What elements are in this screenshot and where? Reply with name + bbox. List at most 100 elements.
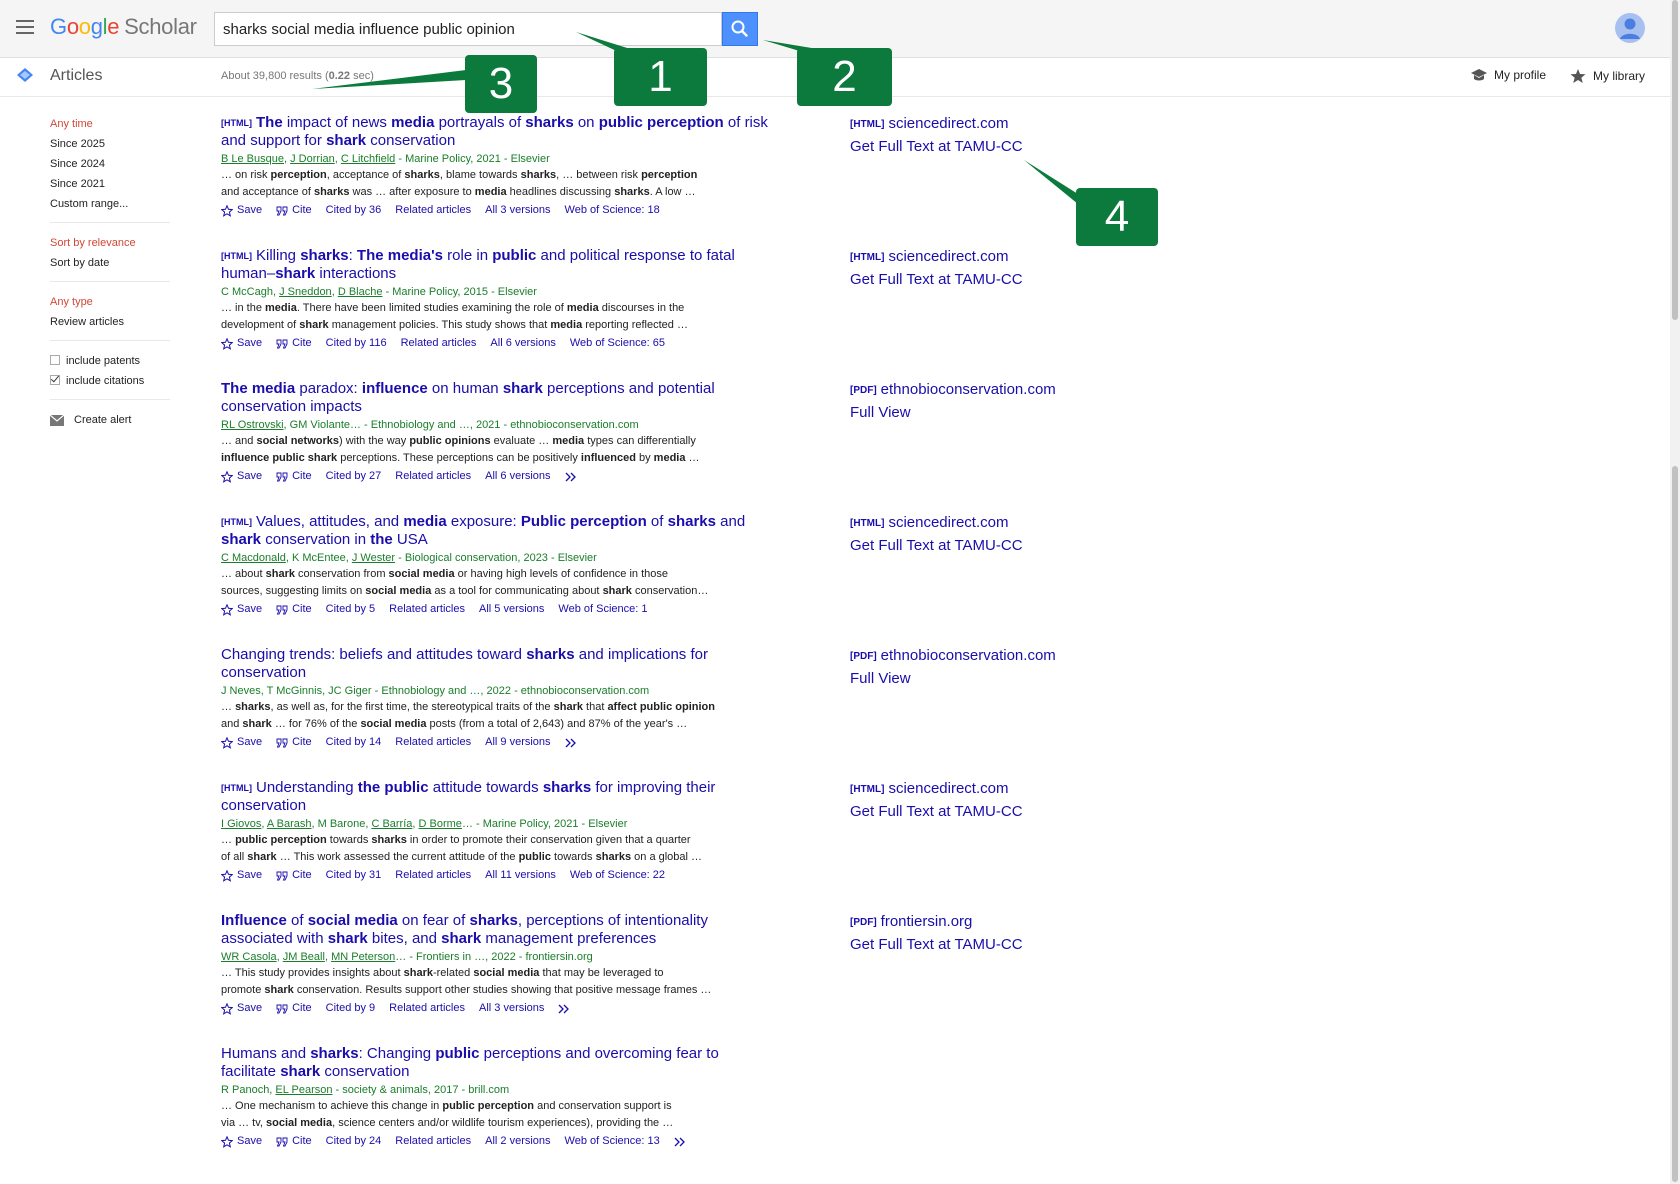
related-articles-link[interactable]: Related articles xyxy=(395,1133,471,1150)
scrollbar-thumb[interactable] xyxy=(1672,0,1678,320)
all-versions-link[interactable]: All 3 versions xyxy=(479,1000,544,1017)
cite-button[interactable]: Cite xyxy=(276,1000,312,1017)
web-of-science-link[interactable]: Web of Science: 22 xyxy=(570,867,665,884)
web-of-science-link[interactable]: Web of Science: 65 xyxy=(570,335,665,352)
google-scholar-logo[interactable]: Google Scholar xyxy=(50,14,197,40)
fulltext-source-link[interactable]: [PDF] ethnobioconservation.com xyxy=(850,379,1110,402)
result-title-link[interactable]: [HTML] Understanding the public attitude … xyxy=(221,779,771,815)
fulltext-source-link[interactable]: [HTML] sciencedirect.com xyxy=(850,512,1110,535)
results-count: About 39,800 results (0.22 sec) xyxy=(221,70,374,82)
web-of-science-link[interactable]: Web of Science: 13 xyxy=(565,1133,660,1150)
result-title-link[interactable]: [HTML] Killing sharks: The media's role i… xyxy=(221,247,771,283)
filter-any-time[interactable]: Any time xyxy=(50,114,170,134)
get-fulltext-link[interactable]: Get Full Text at TAMU-CC xyxy=(850,136,1110,158)
cite-button[interactable]: Cite xyxy=(276,867,312,884)
cited-by-link[interactable]: Cited by 116 xyxy=(326,335,387,352)
web-of-science-link[interactable]: Web of Science: 18 xyxy=(565,202,660,219)
include-patents-checkbox[interactable]: include patents xyxy=(50,351,170,371)
fulltext-source-link[interactable]: [HTML] sciencedirect.com xyxy=(850,246,1110,269)
cite-label: Cite xyxy=(292,337,312,349)
star-icon xyxy=(221,603,233,616)
scrollbar-thumb-lower[interactable] xyxy=(1672,466,1678,1182)
cited-by-link[interactable]: Cited by 5 xyxy=(326,601,376,618)
create-alert-link[interactable]: Create alert xyxy=(50,410,170,430)
cited-by-link[interactable]: Cited by 36 xyxy=(326,202,382,219)
fulltext-source-link[interactable]: [PDF] ethnobioconservation.com xyxy=(850,645,1110,668)
result-title-link[interactable]: Changing trends: beliefs and attitudes t… xyxy=(221,646,771,682)
save-button[interactable]: Save xyxy=(221,1000,262,1017)
menu-icon[interactable] xyxy=(16,20,34,34)
more-options-button[interactable] xyxy=(565,472,579,482)
all-versions-link[interactable]: All 6 versions xyxy=(490,335,555,352)
account-avatar[interactable] xyxy=(1615,13,1645,43)
checkbox-checked[interactable] xyxy=(50,375,60,385)
result-title-link[interactable]: Influence of social media on fear of sha… xyxy=(221,912,771,948)
save-button[interactable]: Save xyxy=(221,468,262,485)
result-title-link[interactable]: [HTML] Values, attitudes, and media expos… xyxy=(221,513,771,549)
result-title-link[interactable]: Humans and sharks: Changing public perce… xyxy=(221,1045,771,1081)
result-format-tag: [HTML] xyxy=(221,783,252,793)
related-articles-link[interactable]: Related articles xyxy=(389,601,465,618)
include-citations-checkbox[interactable]: include citations xyxy=(50,371,170,391)
cite-button[interactable]: Cite xyxy=(276,468,312,485)
related-articles-link[interactable]: Related articles xyxy=(401,335,477,352)
filter-since-2021[interactable]: Since 2021 xyxy=(50,174,170,194)
get-fulltext-link[interactable]: Full View xyxy=(850,402,1110,424)
cite-button[interactable]: Cite xyxy=(276,734,312,751)
all-versions-link[interactable]: All 5 versions xyxy=(479,601,544,618)
related-articles-link[interactable]: Related articles xyxy=(395,867,471,884)
more-options-button[interactable] xyxy=(558,1004,572,1014)
all-versions-link[interactable]: All 2 versions xyxy=(485,1133,550,1150)
cited-by-link[interactable]: Cited by 24 xyxy=(326,1133,382,1150)
sort-by-relevance[interactable]: Sort by relevance xyxy=(50,233,170,253)
search-input[interactable] xyxy=(215,13,721,45)
search-button[interactable] xyxy=(722,12,758,46)
get-fulltext-link[interactable]: Get Full Text at TAMU-CC xyxy=(850,535,1110,557)
my-library-link[interactable]: My library xyxy=(1569,68,1645,84)
all-versions-link[interactable]: All 11 versions xyxy=(485,867,556,884)
filter-since-2024[interactable]: Since 2024 xyxy=(50,154,170,174)
fulltext-source-link[interactable]: [HTML] sciencedirect.com xyxy=(850,778,1110,801)
cite-button[interactable]: Cite xyxy=(276,202,312,219)
get-fulltext-link[interactable]: Get Full Text at TAMU-CC xyxy=(850,269,1110,291)
fulltext-source-link[interactable]: [PDF] frontiersin.org xyxy=(850,911,1110,934)
filter-since-2025[interactable]: Since 2025 xyxy=(50,134,170,154)
save-button[interactable]: Save xyxy=(221,734,262,751)
save-button[interactable]: Save xyxy=(221,601,262,618)
cite-button[interactable]: Cite xyxy=(276,335,312,352)
related-articles-link[interactable]: Related articles xyxy=(395,468,471,485)
filter-review-articles[interactable]: Review articles xyxy=(50,312,170,332)
related-articles-link[interactable]: Related articles xyxy=(395,202,471,219)
cited-by-link[interactable]: Cited by 14 xyxy=(326,734,382,751)
related-articles-link[interactable]: Related articles xyxy=(389,1000,465,1017)
cite-button[interactable]: Cite xyxy=(276,1133,312,1150)
save-button[interactable]: Save xyxy=(221,867,262,884)
save-label: Save xyxy=(237,470,263,482)
save-button[interactable]: Save xyxy=(221,202,262,219)
save-button[interactable]: Save xyxy=(221,1133,262,1150)
get-fulltext-link[interactable]: Get Full Text at TAMU-CC xyxy=(850,934,1110,956)
filter-any-type[interactable]: Any type xyxy=(50,292,170,312)
get-fulltext-link[interactable]: Get Full Text at TAMU-CC xyxy=(850,801,1110,823)
sort-by-date[interactable]: Sort by date xyxy=(50,253,170,273)
fulltext-source-link[interactable]: [HTML] sciencedirect.com xyxy=(850,113,1110,136)
cited-by-link[interactable]: Cited by 9 xyxy=(326,1000,376,1017)
all-versions-link[interactable]: All 6 versions xyxy=(485,468,550,485)
cited-by-link[interactable]: Cited by 31 xyxy=(326,867,382,884)
cited-by-link[interactable]: Cited by 27 xyxy=(326,468,382,485)
save-button[interactable]: Save xyxy=(221,335,262,352)
cite-button[interactable]: Cite xyxy=(276,601,312,618)
web-of-science-link[interactable]: Web of Science: 1 xyxy=(558,601,647,618)
include-citations-label: include citations xyxy=(66,375,145,387)
result-title-link[interactable]: The media paradox: influence on human sh… xyxy=(221,380,771,416)
related-articles-link[interactable]: Related articles xyxy=(395,734,471,751)
get-fulltext-link[interactable]: Full View xyxy=(850,668,1110,690)
all-versions-link[interactable]: All 3 versions xyxy=(485,202,550,219)
more-options-button[interactable] xyxy=(674,1137,688,1147)
all-versions-link[interactable]: All 9 versions xyxy=(485,734,550,751)
my-profile-link[interactable]: My profile xyxy=(1470,68,1546,82)
result-title-link[interactable]: [HTML] The impact of news media portrayal… xyxy=(221,114,771,150)
more-options-button[interactable] xyxy=(565,738,579,748)
filter-custom-range[interactable]: Custom range... xyxy=(50,194,170,214)
checkbox-unchecked[interactable] xyxy=(50,355,60,365)
